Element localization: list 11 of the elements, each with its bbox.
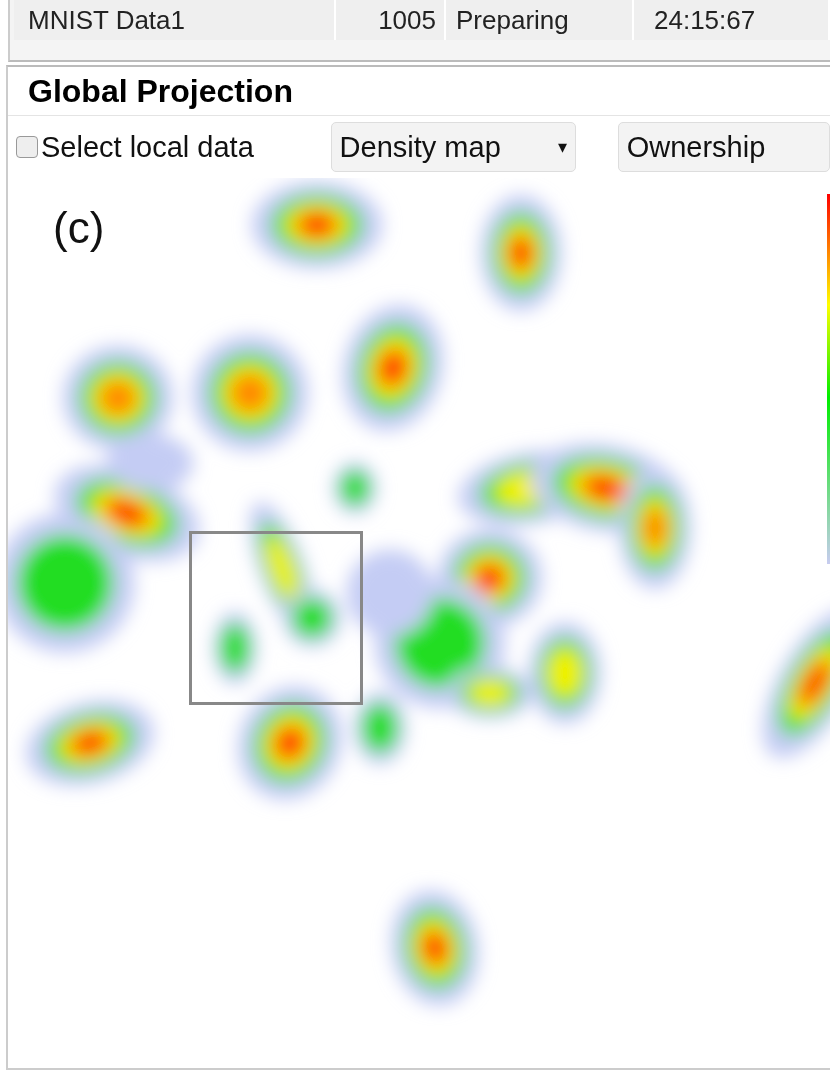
panel-title: Global Projection (28, 72, 293, 110)
checkbox-icon[interactable] (16, 136, 38, 158)
table-cell: MNIST Data1 (14, 0, 336, 40)
table-cell: 1005 (336, 0, 446, 40)
plot-label: (c) (53, 203, 105, 253)
dropdown[interactable]: Density map ▾ (330, 122, 576, 172)
select-local-checkbox[interactable]: Select local data (16, 130, 331, 164)
dropdown[interactable]: Ownership (617, 122, 830, 172)
table-cell: Preparing (446, 0, 634, 40)
selection-rectangle[interactable] (189, 531, 363, 705)
table-cell: 24:15:67 (634, 0, 830, 40)
